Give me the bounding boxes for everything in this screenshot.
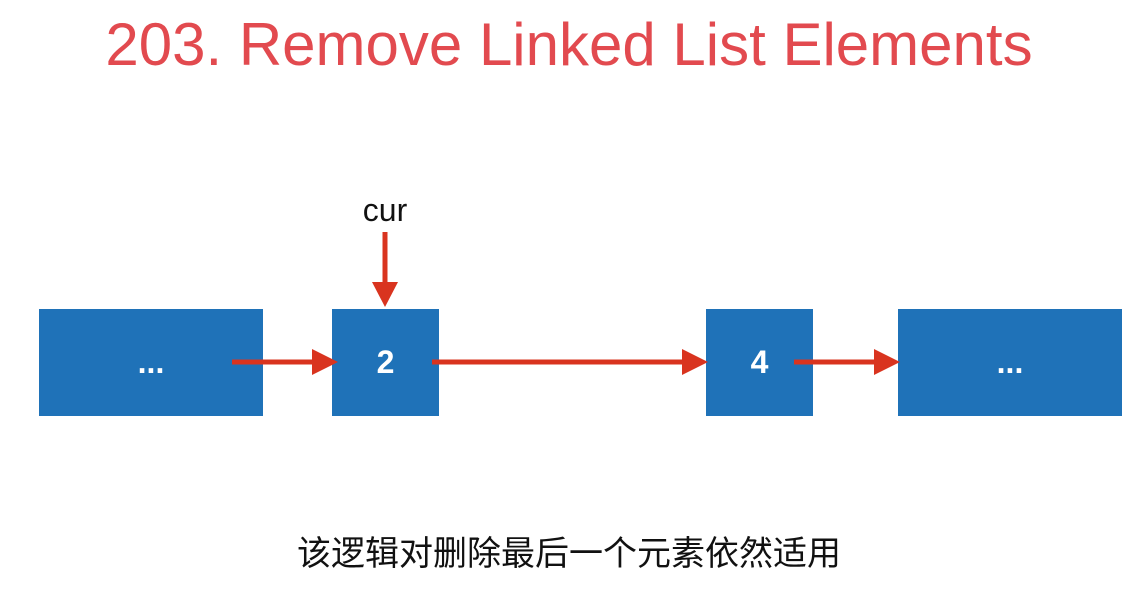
link-arrow-prev-to-2 (232, 349, 338, 375)
subtitle-caption: 该逻辑对删除最后一个元素依然适用 (297, 534, 841, 574)
link-arrow-2-to-4 (432, 349, 708, 375)
link-arrow-4-to-rest (794, 349, 900, 375)
cur-pointer-arrow (372, 232, 398, 307)
arrows-layer (232, 232, 900, 375)
slide: 203. Remove Linked List Elements cur ...… (0, 0, 1138, 591)
